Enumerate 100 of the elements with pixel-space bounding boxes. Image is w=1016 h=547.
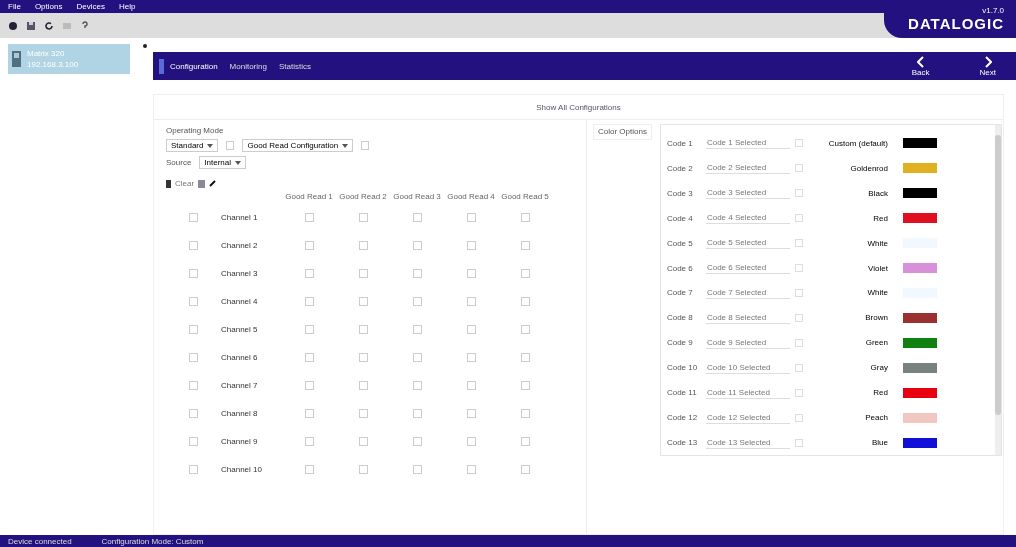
menu-item[interactable]: Devices (76, 2, 105, 11)
color-dropdown[interactable]: White (807, 288, 888, 298)
code-field[interactable]: Code 7 Selected (705, 287, 790, 299)
code-field[interactable]: Code 6 Selected (705, 262, 790, 275)
code-field[interactable]: Code 2 Selected (705, 162, 790, 175)
color-dropdown[interactable]: Gray (807, 363, 888, 373)
row-checkbox[interactable] (188, 240, 198, 250)
cell-checkbox[interactable] (358, 380, 368, 390)
row-checkbox[interactable] (188, 464, 198, 474)
cell-checkbox[interactable] (520, 212, 530, 222)
cell-checkbox[interactable] (520, 436, 530, 446)
color-dropdown[interactable]: Custom (default) (807, 138, 888, 148)
color-dropdown[interactable]: White (807, 238, 888, 248)
cell-checkbox[interactable] (466, 408, 476, 418)
cell-checkbox[interactable] (358, 268, 368, 278)
cell-checkbox[interactable] (520, 352, 530, 362)
code-field[interactable]: Code 4 Selected (705, 212, 790, 225)
code-field[interactable]: Code 12 Selected (705, 411, 790, 424)
code-field[interactable]: Code 5 Selected (705, 237, 790, 250)
save-icon[interactable] (26, 20, 36, 31)
help-icon[interactable] (80, 20, 90, 31)
cell-checkbox[interactable] (412, 408, 422, 418)
cell-checkbox[interactable] (520, 240, 530, 250)
next-button[interactable]: Next (979, 55, 996, 77)
row-checkbox[interactable] (188, 436, 198, 446)
nav-tab[interactable]: Statistics (272, 58, 317, 74)
cell-checkbox[interactable] (358, 296, 368, 306)
cell-checkbox[interactable] (520, 296, 530, 306)
row-checkbox[interactable] (188, 380, 198, 390)
cell-checkbox[interactable] (412, 436, 422, 446)
code-field[interactable]: Code 9 Selected (705, 336, 790, 349)
cell-checkbox[interactable] (466, 380, 476, 390)
cell-checkbox[interactable] (358, 212, 368, 222)
cell-checkbox[interactable] (358, 464, 368, 474)
cell-checkbox[interactable] (520, 324, 530, 334)
code-field[interactable]: Code 13 Selected (705, 436, 790, 449)
cell-checkbox[interactable] (466, 352, 476, 362)
cell-checkbox[interactable] (358, 324, 368, 334)
color-dropdown[interactable]: Red (807, 213, 888, 223)
color-dropdown[interactable]: Green (807, 338, 888, 348)
color-dropdown[interactable]: Red (807, 388, 888, 398)
cell-checkbox[interactable] (466, 268, 476, 278)
color-dropdown[interactable]: Blue (807, 438, 888, 447)
code-field[interactable]: Code 3 Selected (705, 187, 790, 200)
color-dropdown[interactable]: Brown (807, 313, 888, 323)
code-field[interactable]: Code 10 Selected (705, 361, 790, 374)
color-dropdown[interactable]: Black (807, 188, 888, 198)
code-field[interactable]: Code 8 Selected (705, 311, 790, 324)
cell-checkbox[interactable] (304, 212, 314, 222)
cell-checkbox[interactable] (304, 268, 314, 278)
cell-checkbox[interactable] (304, 352, 314, 362)
cell-checkbox[interactable] (304, 408, 314, 418)
row-checkbox[interactable] (188, 268, 198, 278)
nav-tab[interactable]: Configuration (159, 58, 224, 74)
record-icon[interactable] (8, 20, 18, 31)
cell-checkbox[interactable] (466, 464, 476, 474)
cell-checkbox[interactable] (304, 240, 314, 250)
color-dropdown[interactable]: Peach (807, 413, 888, 423)
cell-checkbox[interactable] (358, 240, 368, 250)
back-button[interactable]: Back (911, 55, 930, 77)
code-field[interactable]: Code 11 Selected (705, 386, 790, 399)
color-dropdown[interactable]: Violet (807, 263, 888, 273)
cell-checkbox[interactable] (466, 436, 476, 446)
cell-checkbox[interactable] (466, 324, 476, 334)
cell-checkbox[interactable] (304, 436, 314, 446)
cell-checkbox[interactable] (466, 296, 476, 306)
cell-checkbox[interactable] (412, 212, 422, 222)
clear-link[interactable]: Clear (175, 179, 195, 188)
scrollbar[interactable] (994, 125, 1001, 455)
row-checkbox[interactable] (188, 212, 198, 222)
cell-checkbox[interactable] (412, 324, 422, 334)
cell-checkbox[interactable] (304, 296, 314, 306)
menu-item[interactable]: File (8, 2, 21, 11)
refresh-icon[interactable] (44, 20, 54, 31)
source-dropdown[interactable]: Internal (199, 156, 247, 169)
row-checkbox[interactable] (188, 352, 198, 362)
code-field[interactable]: Code 1 Selected (705, 137, 790, 150)
cell-checkbox[interactable] (412, 380, 422, 390)
mode-dropdown[interactable]: Standard (166, 139, 219, 152)
cell-checkbox[interactable] (520, 380, 530, 390)
cell-checkbox[interactable] (304, 464, 314, 474)
cell-checkbox[interactable] (520, 408, 530, 418)
menu-item[interactable]: Options (34, 2, 63, 11)
nav-tab[interactable]: Monitoring (223, 58, 273, 74)
grid-icon[interactable] (62, 20, 72, 31)
cell-checkbox[interactable] (520, 268, 530, 278)
row-checkbox[interactable] (188, 408, 198, 418)
cell-checkbox[interactable] (358, 408, 368, 418)
cell-checkbox[interactable] (358, 352, 368, 362)
delete-icon[interactable] (166, 179, 171, 188)
row-checkbox[interactable] (188, 324, 198, 334)
cell-checkbox[interactable] (412, 296, 422, 306)
cell-checkbox[interactable] (358, 436, 368, 446)
color-dropdown[interactable]: Goldenrod (807, 163, 888, 173)
cell-checkbox[interactable] (412, 352, 422, 362)
cell-checkbox[interactable] (520, 464, 530, 474)
menu-item[interactable]: Help (118, 2, 136, 11)
cell-checkbox[interactable] (412, 464, 422, 474)
row-checkbox[interactable] (188, 296, 198, 306)
cell-checkbox[interactable] (412, 268, 422, 278)
